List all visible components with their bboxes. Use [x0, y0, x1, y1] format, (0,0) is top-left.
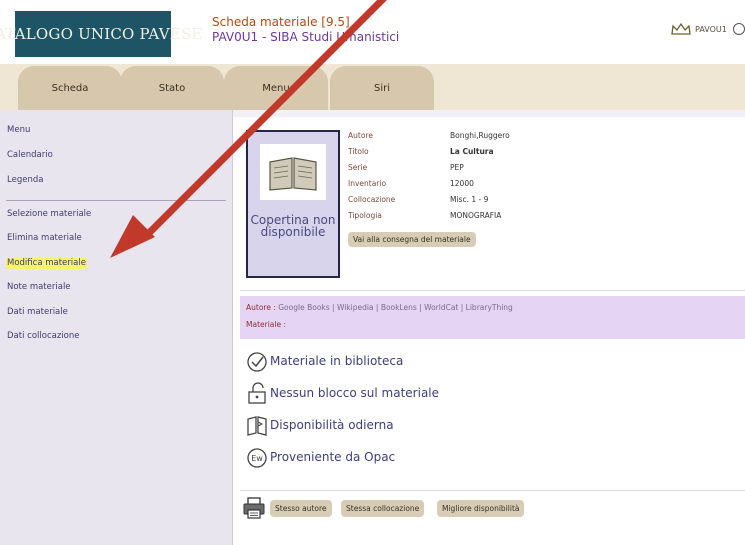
- status-text: Materiale in biblioteca: [270, 354, 404, 368]
- status-disponibilita: Disponibilità odierna: [246, 414, 394, 436]
- meta-label-tipologia: Tipologia: [348, 211, 382, 220]
- sidebar-divider: [6, 200, 226, 201]
- status-text: Nessun blocco sul materiale: [270, 386, 440, 400]
- tab-bar: Scheda Stato Menu Siri: [0, 64, 745, 110]
- stesso-autore-button[interactable]: Stesso autore: [270, 500, 332, 517]
- tab-siri[interactable]: Siri: [330, 66, 434, 110]
- autore-links[interactable]: Google Books | Wikipedia | BookLens | Wo…: [278, 303, 513, 312]
- svg-text:Ew: Ew: [251, 454, 263, 463]
- tab-scheda[interactable]: Scheda: [18, 66, 122, 110]
- power-icon[interactable]: [732, 23, 745, 35]
- header: CATALOGO UNICO PAVESE Scheda materiale […: [0, 0, 745, 64]
- migliore-disponibilita-button[interactable]: Migliore disponibilità: [437, 500, 525, 517]
- meta-label-inventario: Inventario: [348, 179, 387, 188]
- sidebar-item-menu[interactable]: Menu: [7, 125, 30, 136]
- cover-text: Copertina non disponibile: [250, 213, 336, 239]
- meta-value-autore: Bonghi,Ruggero: [450, 131, 510, 140]
- sidebar-item-dati-collocazione[interactable]: Dati collocazione: [7, 331, 79, 342]
- materiale-label: Materiale :: [246, 320, 286, 329]
- meta-label-titolo: Titolo: [348, 147, 369, 156]
- logo[interactable]: CATALOGO UNICO PAVESE: [0, 11, 202, 57]
- meta-label-autore: Autore: [348, 131, 373, 140]
- meta-label-collocazione: Collocazione: [348, 195, 396, 204]
- sidebar-item-legenda[interactable]: Legenda: [7, 175, 43, 186]
- cover-placeholder: Copertina non disponibile: [246, 130, 340, 278]
- status-opac: Ew Proveniente da Opac: [246, 446, 395, 468]
- sidebar-item-selezione-materiale[interactable]: Selezione materiale: [7, 209, 91, 220]
- links-panel: Autore : Google Books | Wikipedia | Book…: [240, 296, 745, 339]
- meta-value-titolo: La Cultura: [450, 147, 494, 156]
- crown-icon: [671, 22, 691, 36]
- book-icon: [260, 144, 326, 200]
- materiale-links-label: Materiale :: [246, 320, 286, 329]
- page-subtitle: PAV0U1 - SIBA Studi Umanistici: [212, 30, 400, 44]
- check-circle-icon: [247, 352, 267, 372]
- sidebar-item-modifica-materiale[interactable]: Modifica materiale: [6, 258, 87, 269]
- autore-links-row: Autore : Google Books | Wikipedia | Book…: [246, 303, 513, 312]
- tab-stato[interactable]: Stato: [120, 66, 224, 110]
- stessa-collocazione-button[interactable]: Stessa collocazione: [341, 500, 425, 517]
- ew-badge-icon: Ew: [247, 448, 267, 468]
- page-title: Scheda materiale [9.5]: [212, 15, 350, 29]
- unlock-icon: [248, 382, 266, 404]
- sidebar: Menu Calendario Legenda Selezione materi…: [0, 110, 233, 545]
- user-area[interactable]: PAVOU1: [671, 22, 745, 36]
- printer-icon[interactable]: [242, 496, 266, 520]
- section-divider: [240, 290, 745, 291]
- meta-value-collocazione: Misc. 1 - 9: [450, 195, 489, 204]
- tab-menu[interactable]: Menu: [224, 66, 328, 110]
- meta-value-tipologia: MONOGRAFIA: [450, 211, 502, 220]
- book-icon: [247, 416, 267, 436]
- top-strip: [233, 110, 745, 117]
- sidebar-item-note-materiale[interactable]: Note materiale: [7, 282, 71, 293]
- consegna-button[interactable]: Vai alla consegna del materiale: [348, 232, 476, 247]
- meta-label-serie: Serie: [348, 163, 368, 172]
- meta-value-inventario: 12000: [450, 179, 474, 188]
- meta-value-serie: PEP: [450, 163, 464, 172]
- status-text: Disponibilità odierna: [270, 418, 394, 432]
- sidebar-item-elimina-materiale[interactable]: Elimina materiale: [7, 233, 82, 244]
- user-name: PAVOU1: [695, 24, 727, 34]
- bottom-divider: [240, 490, 745, 491]
- autore-links-label: Autore :: [246, 303, 276, 312]
- sidebar-item-dati-materiale[interactable]: Dati materiale: [7, 307, 68, 318]
- status-text: Proveniente da Opac: [270, 450, 396, 464]
- sidebar-item-calendario[interactable]: Calendario: [7, 150, 53, 161]
- status-nessun-blocco: Nessun blocco sul materiale: [246, 382, 439, 404]
- status-in-biblioteca: Materiale in biblioteca: [246, 350, 403, 372]
